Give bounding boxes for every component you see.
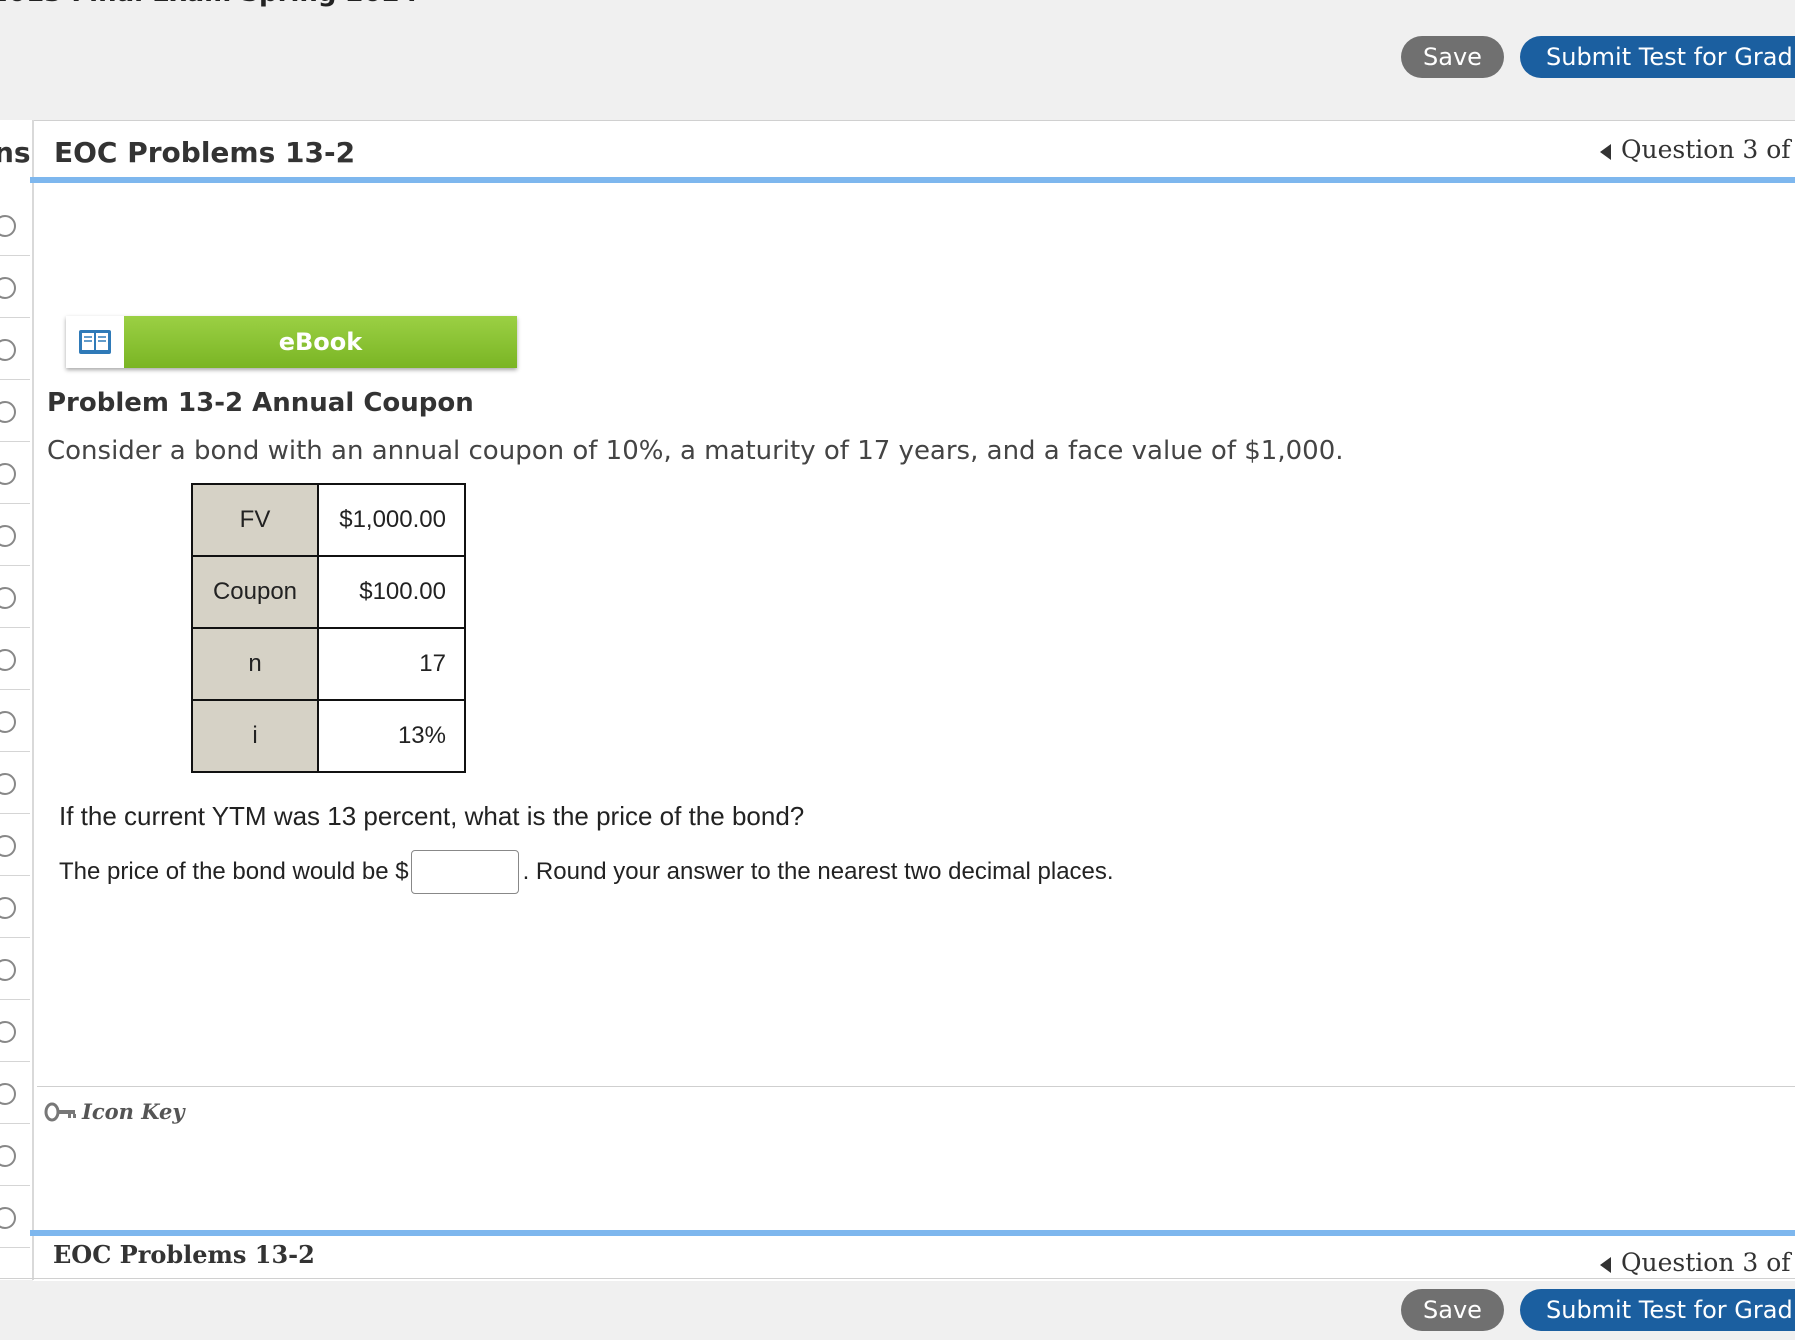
rail-divider — [0, 255, 30, 256]
footer-section-title: EOC Problems 13-2 — [53, 1240, 315, 1269]
problem-title: Problem 13-2 Annual Coupon — [47, 388, 474, 418]
book-icon — [66, 316, 124, 368]
table-value: $100.00 — [317, 555, 466, 629]
section-title: EOC Problems 13-2 — [54, 136, 356, 169]
rail-divider — [0, 503, 30, 504]
rail-divider — [0, 317, 30, 318]
prev-question-icon[interactable] — [1600, 143, 1611, 160]
problem-description: Consider a bond with an annual coupon of… — [47, 436, 1344, 466]
exam-title: 2013 Final Exam Spring 2024 — [0, 0, 418, 8]
question-nav[interactable]: Question 3 of 1 — [1600, 135, 1795, 164]
answer-prefix: The price of the bond would be $ — [59, 858, 409, 885]
save-button[interactable]: Save — [1401, 36, 1504, 78]
divider — [37, 1086, 1795, 1087]
table-value: $1,000.00 — [317, 483, 466, 557]
question-list-header: ns — [0, 136, 31, 169]
rail-divider — [0, 1123, 30, 1124]
answer-line: The price of the bond would be $ . Round… — [59, 850, 1114, 894]
rail-divider — [0, 441, 30, 442]
rail-divider — [0, 937, 30, 938]
rail-divider — [0, 1185, 30, 1186]
save-button[interactable]: Save — [1401, 1289, 1504, 1331]
footer-divider — [0, 1278, 1795, 1279]
rail-divider — [0, 1247, 30, 1248]
table-row: n 17 — [191, 627, 466, 701]
table-label: n — [191, 627, 319, 701]
table-value: 13% — [317, 699, 466, 773]
rail-divider — [0, 565, 30, 566]
table-label: Coupon — [191, 555, 319, 629]
rail-divider — [0, 1061, 30, 1062]
table-label: i — [191, 699, 319, 773]
question-nav-label: Question 3 of 1 — [1621, 135, 1795, 164]
ebook-label: eBook — [124, 316, 517, 368]
question-nav-label: Question 3 of 1 — [1621, 1248, 1795, 1277]
rail-divider — [0, 999, 30, 1000]
footer-rule — [30, 1230, 1795, 1236]
bond-price-input[interactable] — [410, 850, 519, 894]
footer-question-nav[interactable]: Question 3 of 1 — [1600, 1248, 1795, 1277]
icon-key-link[interactable]: Icon Key — [44, 1099, 185, 1124]
rail-divider — [0, 689, 30, 690]
table-value: 17 — [317, 627, 466, 701]
icon-key-label: Icon Key — [82, 1099, 185, 1124]
rail-divider — [0, 751, 30, 752]
rail-divider — [0, 875, 30, 876]
prev-question-icon[interactable] — [1600, 1256, 1611, 1273]
question-text: If the current YTM was 13 percent, what … — [59, 801, 805, 831]
header-rule — [30, 177, 1795, 183]
rail-divider — [0, 813, 30, 814]
answer-suffix: . Round your answer to the nearest two d… — [522, 858, 1114, 885]
rail-divider — [0, 379, 30, 380]
key-icon — [44, 1102, 76, 1121]
table-row: Coupon $100.00 — [191, 555, 466, 629]
ebook-button[interactable]: eBook — [66, 316, 517, 368]
table-row: FV $1,000.00 — [191, 483, 466, 557]
rail-divider — [0, 627, 30, 628]
submit-test-button[interactable]: Submit Test for Grading — [1520, 1289, 1795, 1331]
submit-test-button[interactable]: Submit Test for Grading — [1520, 36, 1795, 78]
table-row: i 13% — [191, 699, 466, 773]
table-label: FV — [191, 483, 319, 557]
bond-data-table: FV $1,000.00 Coupon $100.00 n 17 i 13% — [191, 483, 466, 773]
